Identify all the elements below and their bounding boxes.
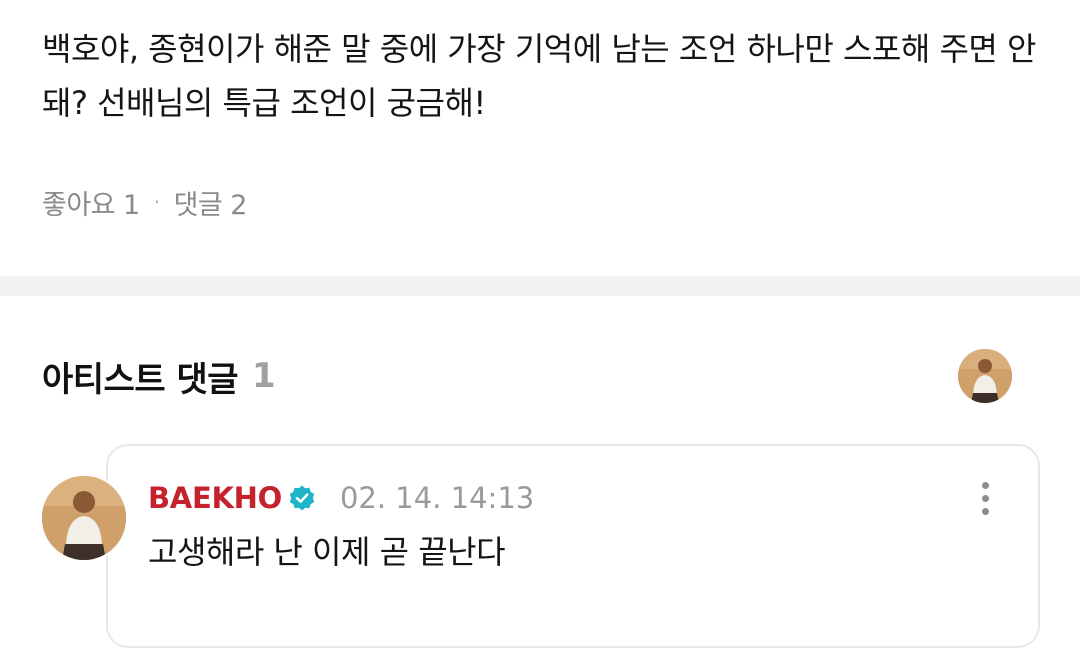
artist-comments-header: 아티스트 댓글 1 [42,350,276,402]
comment-timestamp: 02. 14. 14:13 [339,481,535,515]
comment-author-name[interactable]: BAEKHO [148,481,282,515]
meta-separator: · [153,190,160,214]
likes-button[interactable]: 좋아요 1 [42,183,140,222]
section-divider [0,276,1080,296]
post-body: 백호야, 종현이가 해준 말 중에 가장 기억에 남는 조언 하나만 스포해 주… [42,30,1036,122]
avatar-image [42,476,126,560]
comment-author-avatar[interactable] [42,476,126,560]
comments-label: 댓글 [173,189,223,221]
comment-text: 고생해라 난 이제 곧 끝난다 [148,533,506,571]
avatar-image [958,349,1012,403]
more-vertical-icon[interactable] [970,476,1000,520]
likes-label: 좋아요 [42,189,116,221]
artist-comments-title: 아티스트 댓글 [42,359,239,400]
comments-button[interactable]: 댓글 2 [173,183,248,222]
artist-comments-count: 1 [252,356,276,396]
post-meta: 좋아요 1 · 댓글 2 [42,182,247,222]
verified-badge-icon [288,484,316,512]
comment-header: BAEKHO 02. 14. 14:13 [148,476,534,520]
likes-count: 1 [123,189,140,221]
comments-count: 2 [230,189,247,221]
artist-avatar[interactable] [958,349,1012,403]
